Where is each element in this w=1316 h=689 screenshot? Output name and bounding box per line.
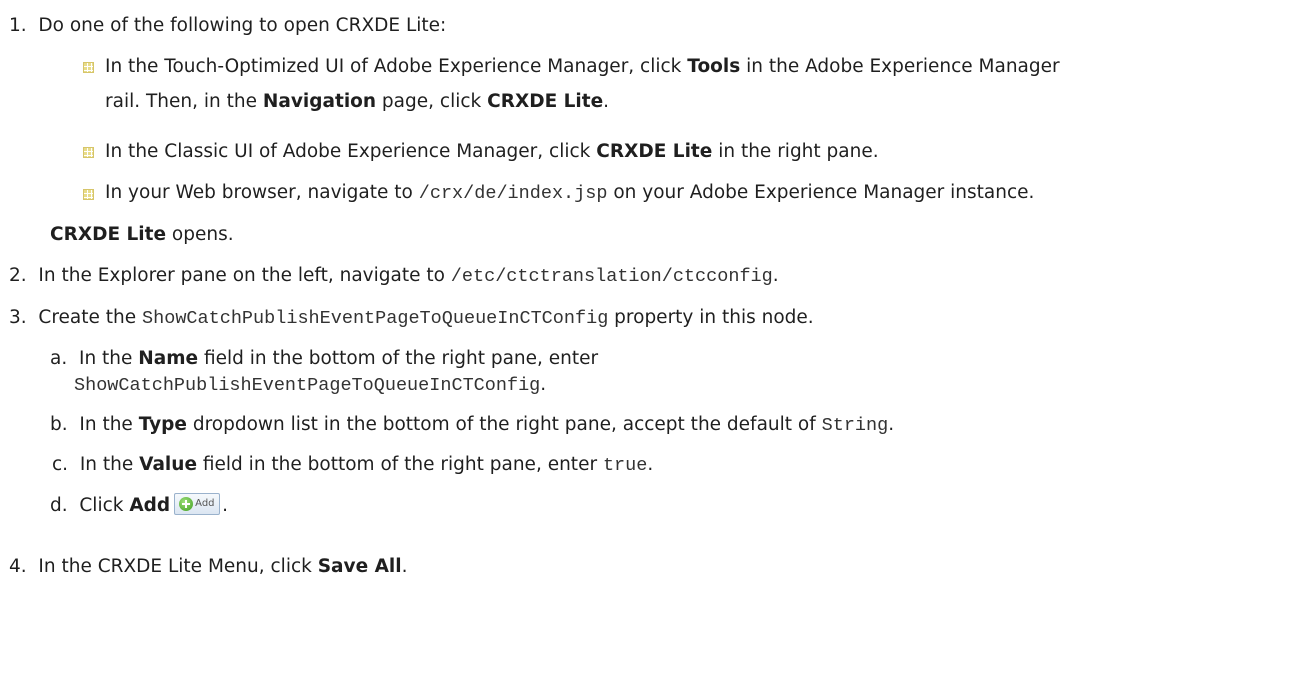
- bold-value: Value: [139, 454, 197, 475]
- bold-type: Type: [138, 414, 187, 435]
- step-number: 4.: [9, 556, 27, 577]
- step-4: 4. In the CRXDE Lite Menu, click Save Al…: [9, 555, 407, 579]
- code-property: ShowCatchPublishEventPageToQueueInCTConf…: [142, 308, 609, 329]
- text: in the right pane.: [712, 141, 879, 162]
- text: on your Adobe Experience Manager instanc…: [607, 182, 1035, 203]
- add-plus-icon: [179, 497, 194, 511]
- square-grid-bullet-icon: [83, 62, 94, 73]
- text: .: [401, 556, 408, 577]
- text: .: [647, 454, 654, 475]
- bold-save-all: Save All: [317, 556, 402, 577]
- text: Create the: [38, 307, 143, 328]
- text: in the Adobe Experience Manager: [740, 56, 1060, 77]
- substep-letter: a.: [50, 348, 68, 369]
- bold-tools: Tools: [687, 56, 741, 77]
- text: .: [888, 414, 895, 435]
- text: .: [222, 495, 229, 516]
- substep-letter: c.: [52, 454, 69, 475]
- text: In the: [78, 348, 139, 369]
- text: In the: [79, 454, 140, 475]
- code-path: /etc/ctctranslation/ctcconfig: [450, 266, 773, 287]
- bold-add: Add: [129, 495, 171, 516]
- bold-name: Name: [138, 348, 199, 369]
- substep-a-line1: a. In the Name field in the bottom of th…: [50, 347, 598, 371]
- text: rail. Then, in the: [105, 91, 263, 112]
- text: .: [772, 265, 779, 286]
- text: .: [603, 91, 610, 112]
- crxde-opens-note: CRXDE Lite opens.: [50, 223, 234, 247]
- text: field in the bottom of the right pane, e…: [197, 454, 603, 475]
- bullet-item-web-browser: In your Web browser, navigate to /crx/de…: [105, 181, 1034, 206]
- text: In the Touch-Optimized UI of Adobe Exper…: [105, 56, 688, 77]
- code-string: String: [821, 415, 889, 436]
- add-button-image: Add: [174, 493, 221, 515]
- bullet-item-touch-ui-line1: In the Touch-Optimized UI of Adobe Exper…: [105, 55, 1060, 79]
- bold-crxde-lite: CRXDE Lite: [50, 224, 167, 245]
- substep-c: c. In the Value field in the bottom of t…: [52, 453, 653, 478]
- add-button-label: Add: [195, 498, 215, 509]
- substep-d: d. Click Add Add.: [50, 493, 229, 518]
- square-grid-bullet-icon: [83, 147, 94, 158]
- step-3: 3. Create the ShowCatchPublishEventPageT…: [9, 306, 814, 331]
- substep-letter: d.: [50, 495, 68, 516]
- step-1: 1. Do one of the following to open CRXDE…: [9, 14, 446, 38]
- text: page, click: [376, 91, 488, 112]
- text: In the Classic UI of Adobe Experience Ma…: [105, 141, 597, 162]
- text: Click: [79, 495, 130, 516]
- bullet-item-touch-ui-line2: rail. Then, in the Navigation page, clic…: [105, 90, 609, 114]
- substep-letter: b.: [50, 414, 68, 435]
- bold-crxde-lite: CRXDE Lite: [487, 91, 604, 112]
- bold-navigation: Navigation: [262, 91, 377, 112]
- step-number: 3.: [9, 307, 27, 328]
- code-property: ShowCatchPublishEventPageToQueueInCTConf…: [74, 375, 541, 396]
- code-true: true: [602, 455, 648, 476]
- step-2: 2. In the Explorer pane on the left, nav…: [9, 264, 779, 289]
- step-number: 2.: [9, 265, 27, 286]
- text: property in this node.: [608, 307, 814, 328]
- substep-a-line2: ShowCatchPublishEventPageToQueueInCTConf…: [74, 373, 546, 398]
- text: .: [540, 374, 547, 395]
- text: In your Web browser, navigate to: [105, 182, 419, 203]
- text: opens.: [166, 224, 234, 245]
- text: dropdown list in the bottom of the right…: [186, 414, 822, 435]
- text: In the Explorer pane on the left, naviga…: [38, 265, 451, 286]
- step-number: 1.: [9, 15, 27, 36]
- bold-crxde-lite: CRXDE Lite: [596, 141, 713, 162]
- text: In the CRXDE Lite Menu, click: [38, 556, 318, 577]
- square-grid-bullet-icon: [83, 189, 94, 200]
- text: In the: [79, 414, 139, 435]
- bullet-item-classic-ui: In the Classic UI of Adobe Experience Ma…: [105, 140, 879, 164]
- step-text: Do one of the following to open CRXDE Li…: [38, 15, 447, 36]
- code-path: /crx/de/index.jsp: [418, 183, 608, 204]
- substep-b: b. In the Type dropdown list in the bott…: [50, 413, 894, 438]
- text: field in the bottom of the right pane, e…: [198, 348, 599, 369]
